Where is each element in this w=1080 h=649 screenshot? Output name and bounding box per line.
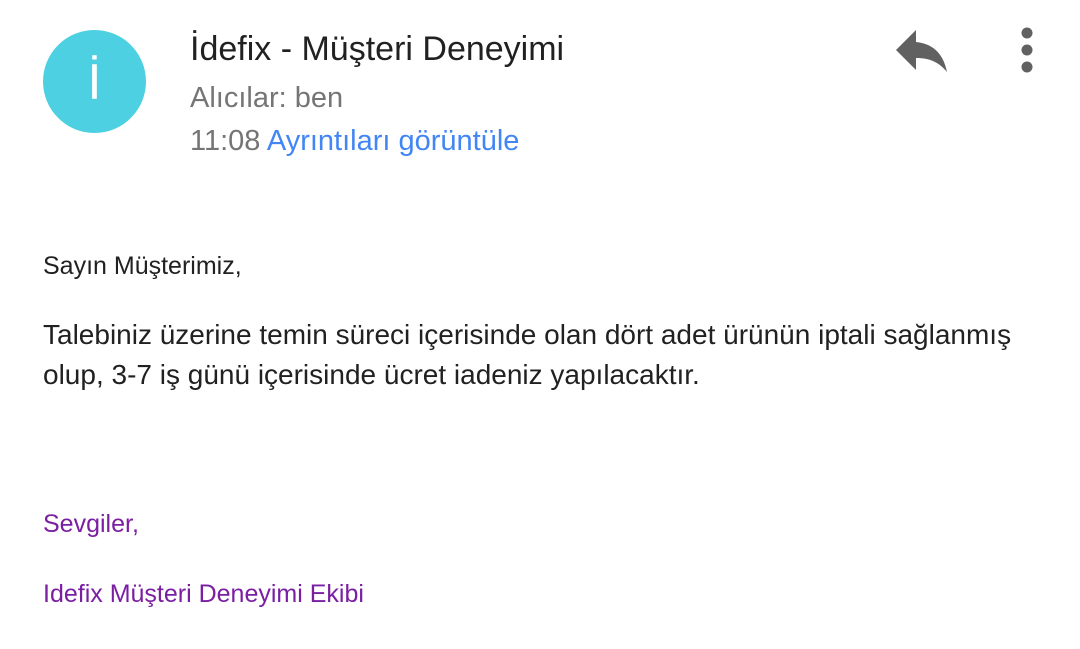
message-meta: 11:08 Ayrıntıları görüntüle [190, 125, 519, 158]
sender-avatar[interactable]: İ [43, 30, 146, 133]
recipients-line: Alıcılar: ben [190, 82, 344, 114]
greeting-text: Sayın Müşterimiz, [43, 252, 242, 280]
signoff-text: Sevgiler, [43, 510, 139, 538]
more-options-button[interactable] [1006, 24, 1048, 76]
avatar-letter: İ [87, 53, 102, 110]
view-details-link[interactable]: Ayrıntıları görüntüle [267, 125, 520, 157]
message-time: 11:08 [190, 125, 261, 157]
message-body: Talebiniz üzerine temin süreci içerisind… [43, 319, 1012, 390]
sender-name: İdefix - Müşteri Deneyimi [190, 30, 565, 68]
team-signature: Idefix Müşteri Deneyimi Ekibi [43, 580, 364, 608]
more-vert-icon [1021, 27, 1033, 73]
reply-button[interactable] [892, 26, 952, 78]
reply-icon [896, 30, 947, 72]
